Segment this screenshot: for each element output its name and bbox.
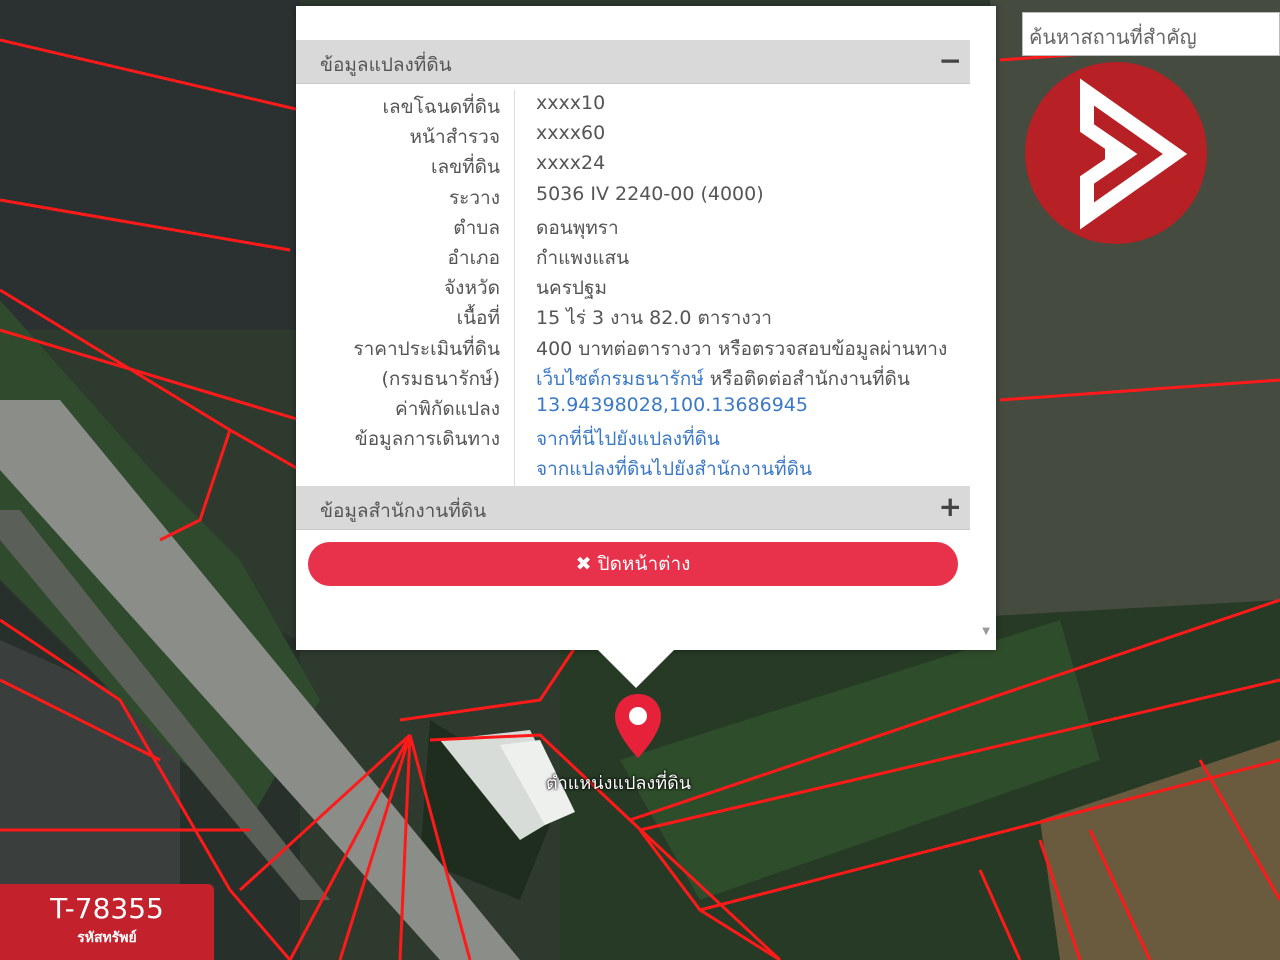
info-key: ระวาง xyxy=(448,186,500,209)
land-info-title: ข้อมูลแปลงที่ดิน xyxy=(320,54,452,76)
info-value: นครปฐม xyxy=(536,277,607,300)
expand-icon[interactable]: + xyxy=(939,490,962,523)
info-link[interactable]: เว็บไซต์กรมธนารักษ์ xyxy=(536,368,704,390)
info-row: หน้าสำรวจ xxxx60 xyxy=(296,120,970,150)
info-key: ตำบล xyxy=(453,216,500,239)
info-row: ตำบล ดอนพุทรา xyxy=(296,211,970,241)
info-key: เลขโฉนดที่ดิน xyxy=(382,96,500,118)
land-info-header[interactable]: ข้อมูลแปลงที่ดิน − xyxy=(296,40,970,84)
info-key: หน้าสำรวจ xyxy=(409,126,500,149)
info-row: เลขโฉนดที่ดิน xxxx10 xyxy=(296,90,970,120)
info-value: xxxx24 xyxy=(536,152,606,175)
info-value: กำแพงแสน xyxy=(536,247,630,269)
info-key: ข้อมูลการเดินทาง xyxy=(354,428,500,451)
property-code-label: รหัสทรัพย์ xyxy=(77,930,137,946)
info-row: เนื้อที่ 15 ไร่ 3 งาน 82.0 ตารางวา xyxy=(296,301,970,331)
info-row: ข้อมูลการเดินทาง จากที่นี่ไปยังแปลงที่ดิน xyxy=(296,422,970,452)
info-row: เลขที่ดิน xxxx24 xyxy=(296,150,970,180)
info-row: (กรมธนารักษ์) เว็บไซต์กรมธนารักษ์ หรือติด… xyxy=(296,362,970,392)
info-link[interactable]: จากแปลงที่ดินไปยังสำนักงานที่ดิน xyxy=(536,458,812,480)
land-office-title: ข้อมูลสำนักงานที่ดิน xyxy=(320,500,487,522)
land-info-popup: ข้อมูลแปลงที่ดิน − เลขโฉนดที่ดิน xxxx10 หน… xyxy=(296,6,996,650)
info-row: ราคาประเมินที่ดิน 400 บาทต่อตารางวา หรือต… xyxy=(296,332,970,362)
info-value[interactable]: เว็บไซต์กรมธนารักษ์ หรือติดต่อสำนักงานที… xyxy=(536,364,910,394)
info-key: อำเภอ xyxy=(447,247,500,269)
info-value-text: หรือติดต่อสำนักงานที่ดิน xyxy=(703,367,910,390)
info-key: เลขที่ดิน xyxy=(431,156,500,179)
info-value: xxxx60 xyxy=(536,122,606,145)
info-key: จังหวัด xyxy=(444,277,500,300)
info-value: xxxx10 xyxy=(536,92,606,114)
info-value: 15 ไร่ 3 งาน 82.0 ตารางวา xyxy=(536,307,772,330)
close-window-button[interactable]: ✖ ปิดหน้าต่าง xyxy=(308,542,958,586)
property-code: T-78355 xyxy=(50,892,164,925)
info-value[interactable]: จากแปลงที่ดินไปยังสำนักงานที่ดิน xyxy=(536,454,812,484)
info-row: จังหวัด นครปฐม xyxy=(296,271,970,301)
marker-label: ตำแหน่งแปลงที่ดิน xyxy=(546,773,692,794)
info-link[interactable]: จากที่นี่ไปยังแปลงที่ดิน xyxy=(536,428,720,450)
info-key: ราคาประเมินที่ดิน xyxy=(353,337,500,360)
info-link[interactable]: 13.94398028,100.13686945 xyxy=(536,394,808,416)
info-value[interactable]: 13.94398028,100.13686945 xyxy=(536,394,808,416)
info-row: ค่าพิกัดแปลง 13.94398028,100.13686945 xyxy=(296,392,970,422)
location-pin-icon[interactable] xyxy=(612,692,664,760)
info-key: (กรมธนารักษ์) xyxy=(381,367,500,390)
info-value: 400 บาทต่อตารางวา หรือตรวจสอบข้อมูลผ่านท… xyxy=(536,337,948,360)
info-value: 5036 IV 2240-00 (4000) xyxy=(536,182,764,205)
info-row: อำเภอ กำแพงแสน xyxy=(296,241,970,271)
collapse-icon[interactable]: − xyxy=(939,44,962,77)
property-code-badge: T-78355 รหัสทรัพย์ xyxy=(0,884,214,960)
info-value: ดอนพุทรา xyxy=(536,216,619,239)
land-office-header[interactable]: ข้อมูลสำนักงานที่ดิน + xyxy=(296,486,970,530)
info-row: จากแปลงที่ดินไปยังสำนักงานที่ดิน xyxy=(296,452,970,482)
info-key: เนื้อที่ xyxy=(456,307,500,330)
popup-pointer xyxy=(598,650,674,688)
scroll-down-icon[interactable]: ▼ xyxy=(982,626,990,637)
info-key: ค่าพิกัดแปลง xyxy=(395,398,500,420)
search-input[interactable]: ค้นหาสถานที่สำคัญ xyxy=(1022,12,1280,56)
brand-logo xyxy=(1025,62,1207,244)
info-row: ระวาง 5036 IV 2240-00 (4000) xyxy=(296,181,970,211)
info-value[interactable]: จากที่นี่ไปยังแปลงที่ดิน xyxy=(536,424,720,454)
